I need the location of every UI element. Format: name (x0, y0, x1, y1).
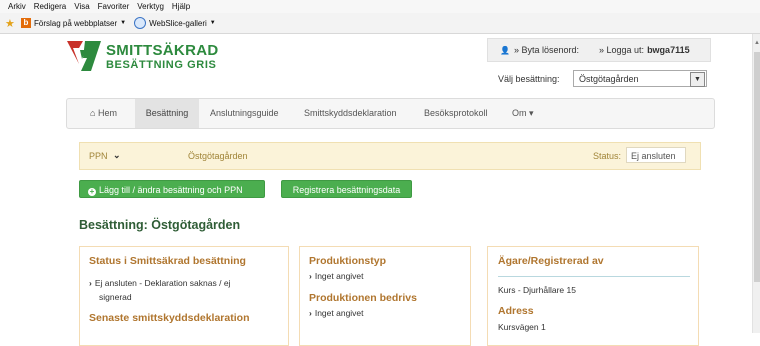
nav-smittskyddsdeklaration[interactable]: Smittskyddsdeklaration (304, 99, 397, 128)
production-run-heading: Produktionen bedrivs (309, 292, 417, 304)
username: bwga7115 (647, 45, 690, 55)
chevron-down-icon[interactable]: ▼ (120, 20, 126, 26)
ppn-label[interactable]: PPN (89, 151, 108, 161)
add-edit-herd-label: Lägg till / ändra besättning och PPN (99, 185, 243, 195)
status-label: Status: (593, 151, 622, 161)
favorite-webslice-gallery[interactable]: WebSlice-galleri (149, 19, 207, 28)
menu-verktyg[interactable]: Verktyg (137, 2, 164, 11)
status-text: Ej ansluten - Deklaration saknas / ej (94, 278, 231, 288)
logo-line2: BESÄTTNING GRIS (106, 59, 217, 71)
main-nav: ⌂ Hem Besättning Anslutningsguide Smitts… (66, 98, 715, 129)
favorite-suggested-sites[interactable]: Förslag på webbplatser (34, 19, 117, 28)
chevron-down-icon[interactable]: ⌄ (113, 150, 121, 161)
nav-besoksprotokoll[interactable]: Besöksprotokoll (424, 99, 488, 128)
home-icon: ⌂ (90, 108, 96, 118)
scroll-up-icon[interactable]: ▲ (753, 40, 760, 46)
chevron-down-icon[interactable]: ▼ (690, 72, 705, 87)
plus-icon: + (88, 187, 96, 196)
production-run-text: Inget angivet (314, 308, 364, 318)
add-edit-herd-button[interactable]: + Lägg till / ändra besättning och PPN (79, 180, 265, 198)
chevron-right-icon: › (309, 308, 312, 318)
favorites-star-icon[interactable]: ★ (5, 17, 17, 30)
logout-link[interactable]: » Logga ut: (599, 45, 644, 55)
status-panel-heading: Status i Smittsäkrad besättning (89, 255, 246, 267)
divider (498, 276, 690, 277)
ppn-herd-name: Östgötagården (188, 151, 248, 161)
scroll-thumb[interactable] (754, 52, 760, 282)
production-type-heading: Produktionstyp (309, 255, 387, 267)
status-line-1: › Ej ansluten - Deklaration saknas / ej (89, 278, 230, 288)
logo-icon[interactable] (66, 38, 102, 74)
production-type-value: › Inget angivet (309, 271, 364, 281)
latest-declaration-heading: Senaste smittskyddsdeklaration (89, 312, 250, 324)
status-badge: Ej ansluten (626, 147, 686, 163)
chevron-right-icon: › (309, 271, 312, 281)
owner-name: Kurs - Djurhållare 15 (498, 285, 576, 295)
production-type-text: Inget angivet (314, 271, 364, 281)
user-box: 👤 » Byta lösenord: » Logga ut: bwga7115 (487, 38, 711, 62)
address-value: Kursvägen 1 (498, 322, 546, 332)
nav-om-dropdown[interactable]: Om ▾ (512, 99, 534, 128)
change-password-link[interactable]: » Byta lösenord: (514, 45, 579, 55)
menu-redigera[interactable]: Redigera (34, 2, 66, 11)
owner-panel: Ägare/Registrerad av Kurs - Djurhållare … (487, 246, 699, 346)
status-line-2: signerad (99, 292, 132, 302)
nav-home[interactable]: ⌂ Hem (90, 99, 117, 128)
chevron-down-icon[interactable]: ▼ (210, 20, 216, 26)
vertical-scrollbar[interactable]: ▲ (752, 34, 760, 333)
production-panel: Produktionstyp › Inget angivet Produktion… (299, 246, 471, 346)
choose-herd-value: Östgötagården (579, 73, 639, 84)
ie-icon (134, 17, 147, 29)
choose-herd-select[interactable]: Östgötagården ▼ (573, 70, 707, 87)
favorites-bar: ★ b Förslag på webbplatser ▼ WebSlice-gal… (0, 13, 760, 34)
page-title: Besättning: Östgötagården (79, 218, 241, 232)
owner-heading: Ägare/Registrerad av (498, 255, 604, 267)
user-icon: 👤 (500, 45, 510, 55)
logo-line1: SMITTSÄKRAD (106, 42, 219, 59)
menu-visa[interactable]: Visa (74, 2, 89, 11)
ppn-bar: PPN ⌄ Östgötagården Status: Ej ansluten (79, 142, 701, 170)
menu-hjalp[interactable]: Hjälp (172, 2, 190, 11)
register-herd-data-button[interactable]: Registrera besättningsdata (281, 180, 412, 198)
nav-home-label: Hem (97, 108, 117, 118)
bing-icon: b (21, 18, 31, 28)
nav-anslutningsguide[interactable]: Anslutningsguide (210, 99, 279, 128)
production-run-value: › Inget angivet (309, 308, 364, 318)
address-heading: Adress (498, 305, 534, 317)
browser-menu-bar: Arkiv Redigera Visa Favoriter Verktyg Hj… (0, 0, 760, 13)
menu-arkiv[interactable]: Arkiv (8, 2, 26, 11)
menu-favoriter[interactable]: Favoriter (98, 2, 130, 11)
choose-herd-label: Välj besättning: (498, 74, 560, 84)
chevron-right-icon: › (89, 278, 92, 288)
nav-besattning[interactable]: Besättning (135, 99, 199, 128)
status-panel: Status i Smittsäkrad besättning › Ej ansl… (79, 246, 289, 346)
